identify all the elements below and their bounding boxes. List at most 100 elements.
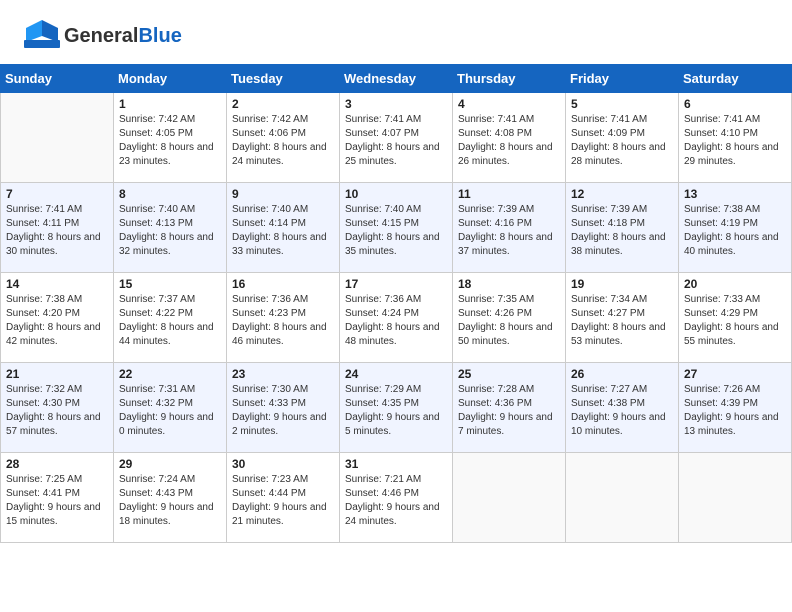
day-info: Sunrise: 7:26 AMSunset: 4:39 PMDaylight:…	[684, 383, 786, 439]
calendar-cell: 20 Sunrise: 7:33 AMSunset: 4:29 PMDayligh…	[679, 273, 792, 363]
header-day-wednesday: Wednesday	[340, 65, 453, 93]
day-info: Sunrise: 7:41 AMSunset: 4:10 PMDaylight:…	[684, 113, 786, 169]
header-day-sunday: Sunday	[1, 65, 114, 93]
page-header: GeneralBlue	[0, 0, 792, 64]
calendar-header: SundayMondayTuesdayWednesdayThursdayFrid…	[1, 65, 792, 93]
day-info: Sunrise: 7:38 AMSunset: 4:20 PMDaylight:…	[6, 293, 108, 349]
logo-icon	[24, 18, 60, 54]
header-day-thursday: Thursday	[453, 65, 566, 93]
week-row-3: 21 Sunrise: 7:32 AMSunset: 4:30 PMDayligh…	[1, 363, 792, 453]
day-info: Sunrise: 7:36 AMSunset: 4:24 PMDaylight:…	[345, 293, 447, 349]
day-number: 17	[345, 277, 447, 291]
day-info: Sunrise: 7:24 AMSunset: 4:43 PMDaylight:…	[119, 473, 221, 529]
calendar-cell: 25 Sunrise: 7:28 AMSunset: 4:36 PMDayligh…	[453, 363, 566, 453]
day-number: 27	[684, 367, 786, 381]
calendar-cell: 6Sunrise: 7:41 AMSunset: 4:10 PMDaylight…	[679, 93, 792, 183]
day-number: 12	[571, 187, 673, 201]
header-day-monday: Monday	[114, 65, 227, 93]
calendar-cell	[453, 453, 566, 543]
calendar-cell: 1 Sunrise: 7:42 AMSunset: 4:05 PMDaylight…	[114, 93, 227, 183]
week-row-4: 28Sunrise: 7:25 AMSunset: 4:41 PMDayligh…	[1, 453, 792, 543]
day-info: Sunrise: 7:40 AMSunset: 4:13 PMDaylight:…	[119, 203, 221, 259]
day-info: Sunrise: 7:29 AMSunset: 4:35 PMDaylight:…	[345, 383, 447, 439]
calendar-cell: 12 Sunrise: 7:39 AMSunset: 4:18 PMDayligh…	[566, 183, 679, 273]
day-number: 18	[458, 277, 560, 291]
header-day-saturday: Saturday	[679, 65, 792, 93]
calendar-cell: 4Sunrise: 7:41 AMSunset: 4:08 PMDaylight…	[453, 93, 566, 183]
calendar-cell: 22 Sunrise: 7:31 AMSunset: 4:32 PMDayligh…	[114, 363, 227, 453]
day-info: Sunrise: 7:40 AMSunset: 4:14 PMDaylight:…	[232, 203, 334, 259]
day-number: 19	[571, 277, 673, 291]
calendar-cell	[566, 453, 679, 543]
day-info: Sunrise: 7:30 AMSunset: 4:33 PMDaylight:…	[232, 383, 334, 439]
day-info: Sunrise: 7:23 AMSunset: 4:44 PMDaylight:…	[232, 473, 334, 529]
calendar-cell: 10 Sunrise: 7:40 AMSunset: 4:15 PMDayligh…	[340, 183, 453, 273]
day-info: Sunrise: 7:31 AMSunset: 4:32 PMDaylight:…	[119, 383, 221, 439]
day-info: Sunrise: 7:33 AMSunset: 4:29 PMDaylight:…	[684, 293, 786, 349]
calendar-cell: 5 Sunrise: 7:41 AMSunset: 4:09 PMDaylight…	[566, 93, 679, 183]
day-info: Sunrise: 7:42 AMSunset: 4:06 PMDaylight:…	[232, 113, 334, 169]
header-day-friday: Friday	[566, 65, 679, 93]
day-info: Sunrise: 7:32 AMSunset: 4:30 PMDaylight:…	[6, 383, 108, 439]
calendar-cell: 19 Sunrise: 7:34 AMSunset: 4:27 PMDayligh…	[566, 273, 679, 363]
day-info: Sunrise: 7:41 AMSunset: 4:09 PMDaylight:…	[571, 113, 673, 169]
calendar-cell: 3 Sunrise: 7:41 AMSunset: 4:07 PMDaylight…	[340, 93, 453, 183]
day-info: Sunrise: 7:42 AMSunset: 4:05 PMDaylight:…	[119, 113, 221, 169]
calendar-cell: 16Sunrise: 7:36 AMSunset: 4:23 PMDayligh…	[227, 273, 340, 363]
day-info: Sunrise: 7:25 AMSunset: 4:41 PMDaylight:…	[6, 473, 108, 529]
calendar-cell	[679, 453, 792, 543]
day-number: 25	[458, 367, 560, 381]
day-number: 30	[232, 457, 334, 471]
day-number: 24	[345, 367, 447, 381]
day-number: 11	[458, 187, 560, 201]
day-number: 5	[571, 97, 673, 111]
day-info: Sunrise: 7:40 AMSunset: 4:15 PMDaylight:…	[345, 203, 447, 259]
calendar-cell: 28Sunrise: 7:25 AMSunset: 4:41 PMDayligh…	[1, 453, 114, 543]
day-number: 23	[232, 367, 334, 381]
calendar-cell: 18 Sunrise: 7:35 AMSunset: 4:26 PMDayligh…	[453, 273, 566, 363]
day-number: 13	[684, 187, 786, 201]
day-info: Sunrise: 7:35 AMSunset: 4:26 PMDaylight:…	[458, 293, 560, 349]
day-number: 16	[232, 277, 334, 291]
day-info: Sunrise: 7:28 AMSunset: 4:36 PMDaylight:…	[458, 383, 560, 439]
day-info: Sunrise: 7:39 AMSunset: 4:18 PMDaylight:…	[571, 203, 673, 259]
day-info: Sunrise: 7:41 AMSunset: 4:07 PMDaylight:…	[345, 113, 447, 169]
calendar-cell: 11 Sunrise: 7:39 AMSunset: 4:16 PMDayligh…	[453, 183, 566, 273]
day-number: 3	[345, 97, 447, 111]
day-number: 15	[119, 277, 221, 291]
day-info: Sunrise: 7:39 AMSunset: 4:16 PMDaylight:…	[458, 203, 560, 259]
day-number: 1	[119, 97, 221, 111]
calendar-cell: 7 Sunrise: 7:41 AMSunset: 4:11 PMDaylight…	[1, 183, 114, 273]
calendar-cell: 31Sunrise: 7:21 AMSunset: 4:46 PMDayligh…	[340, 453, 453, 543]
day-number: 8	[119, 187, 221, 201]
day-info: Sunrise: 7:38 AMSunset: 4:19 PMDaylight:…	[684, 203, 786, 259]
week-row-2: 14Sunrise: 7:38 AMSunset: 4:20 PMDayligh…	[1, 273, 792, 363]
header-row: SundayMondayTuesdayWednesdayThursdayFrid…	[1, 65, 792, 93]
day-number: 4	[458, 97, 560, 111]
header-day-tuesday: Tuesday	[227, 65, 340, 93]
day-number: 22	[119, 367, 221, 381]
calendar-cell: 9Sunrise: 7:40 AMSunset: 4:14 PMDaylight…	[227, 183, 340, 273]
day-number: 21	[6, 367, 108, 381]
day-info: Sunrise: 7:37 AMSunset: 4:22 PMDaylight:…	[119, 293, 221, 349]
day-number: 10	[345, 187, 447, 201]
calendar-body: 1 Sunrise: 7:42 AMSunset: 4:05 PMDaylight…	[1, 93, 792, 543]
day-number: 7	[6, 187, 108, 201]
day-info: Sunrise: 7:41 AMSunset: 4:11 PMDaylight:…	[6, 203, 108, 259]
calendar-cell: 14Sunrise: 7:38 AMSunset: 4:20 PMDayligh…	[1, 273, 114, 363]
calendar-cell: 17 Sunrise: 7:36 AMSunset: 4:24 PMDayligh…	[340, 273, 453, 363]
calendar-cell	[1, 93, 114, 183]
calendar-cell: 15 Sunrise: 7:37 AMSunset: 4:22 PMDayligh…	[114, 273, 227, 363]
calendar-cell: 13 Sunrise: 7:38 AMSunset: 4:19 PMDayligh…	[679, 183, 792, 273]
day-info: Sunrise: 7:34 AMSunset: 4:27 PMDaylight:…	[571, 293, 673, 349]
logo-text: GeneralBlue	[64, 26, 182, 46]
week-row-1: 7 Sunrise: 7:41 AMSunset: 4:11 PMDaylight…	[1, 183, 792, 273]
day-number: 29	[119, 457, 221, 471]
calendar-cell: 27 Sunrise: 7:26 AMSunset: 4:39 PMDayligh…	[679, 363, 792, 453]
calendar-cell: 29 Sunrise: 7:24 AMSunset: 4:43 PMDayligh…	[114, 453, 227, 543]
logo: GeneralBlue	[24, 18, 182, 54]
week-row-0: 1 Sunrise: 7:42 AMSunset: 4:05 PMDaylight…	[1, 93, 792, 183]
calendar-table: SundayMondayTuesdayWednesdayThursdayFrid…	[0, 64, 792, 543]
day-number: 20	[684, 277, 786, 291]
day-number: 2	[232, 97, 334, 111]
